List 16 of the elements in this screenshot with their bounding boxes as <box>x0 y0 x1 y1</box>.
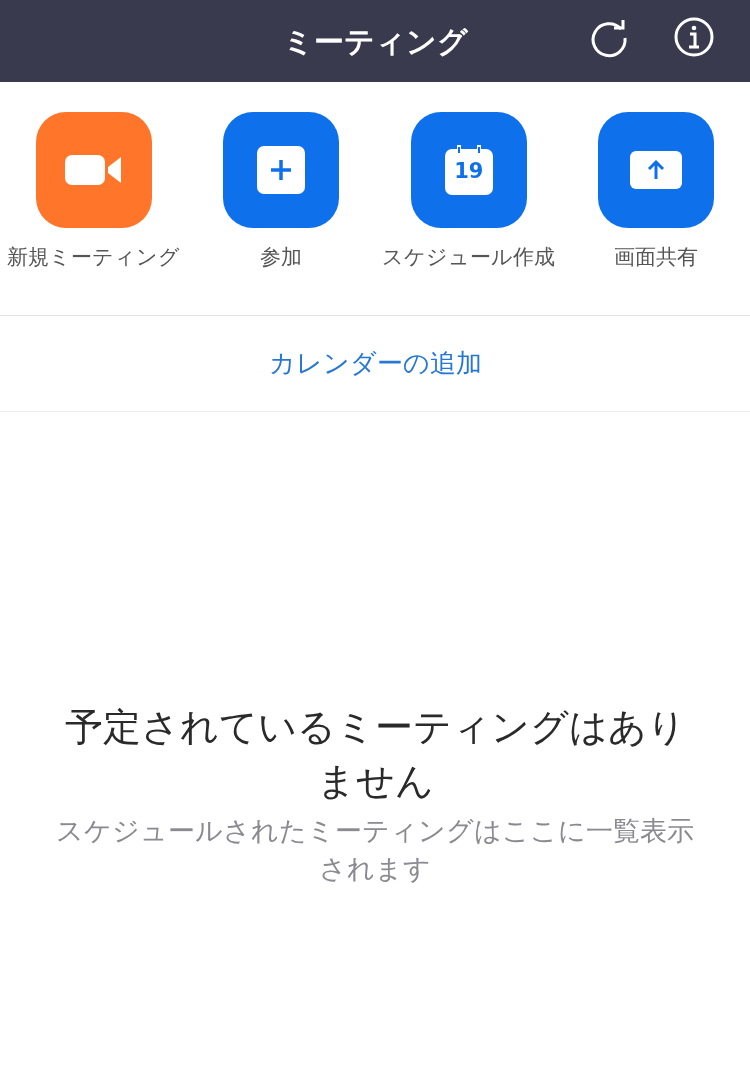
action-label: 画面共有 <box>614 244 699 271</box>
action-label: スケジュール作成 <box>382 244 556 271</box>
video-camera-icon <box>64 153 123 187</box>
info-icon[interactable] <box>673 16 715 58</box>
share-screen-icon <box>630 151 683 189</box>
action-button[interactable] <box>598 112 715 228</box>
action-button[interactable] <box>223 112 340 228</box>
screen-title: ミーティング <box>282 22 468 61</box>
plus-icon <box>257 146 306 194</box>
empty-state-message: スケジュールされたミーティングはここに一覧表示されます <box>55 814 695 886</box>
action-label: 参加 <box>260 244 303 271</box>
add-calendar-link[interactable]: カレンダーの追加 <box>268 344 482 383</box>
action-button[interactable] <box>35 112 152 228</box>
empty-state-title: 予定されているミーティングはありません <box>63 704 687 805</box>
action-label: 新規ミーティング <box>7 244 181 271</box>
action-button[interactable]: 19 <box>410 112 527 228</box>
